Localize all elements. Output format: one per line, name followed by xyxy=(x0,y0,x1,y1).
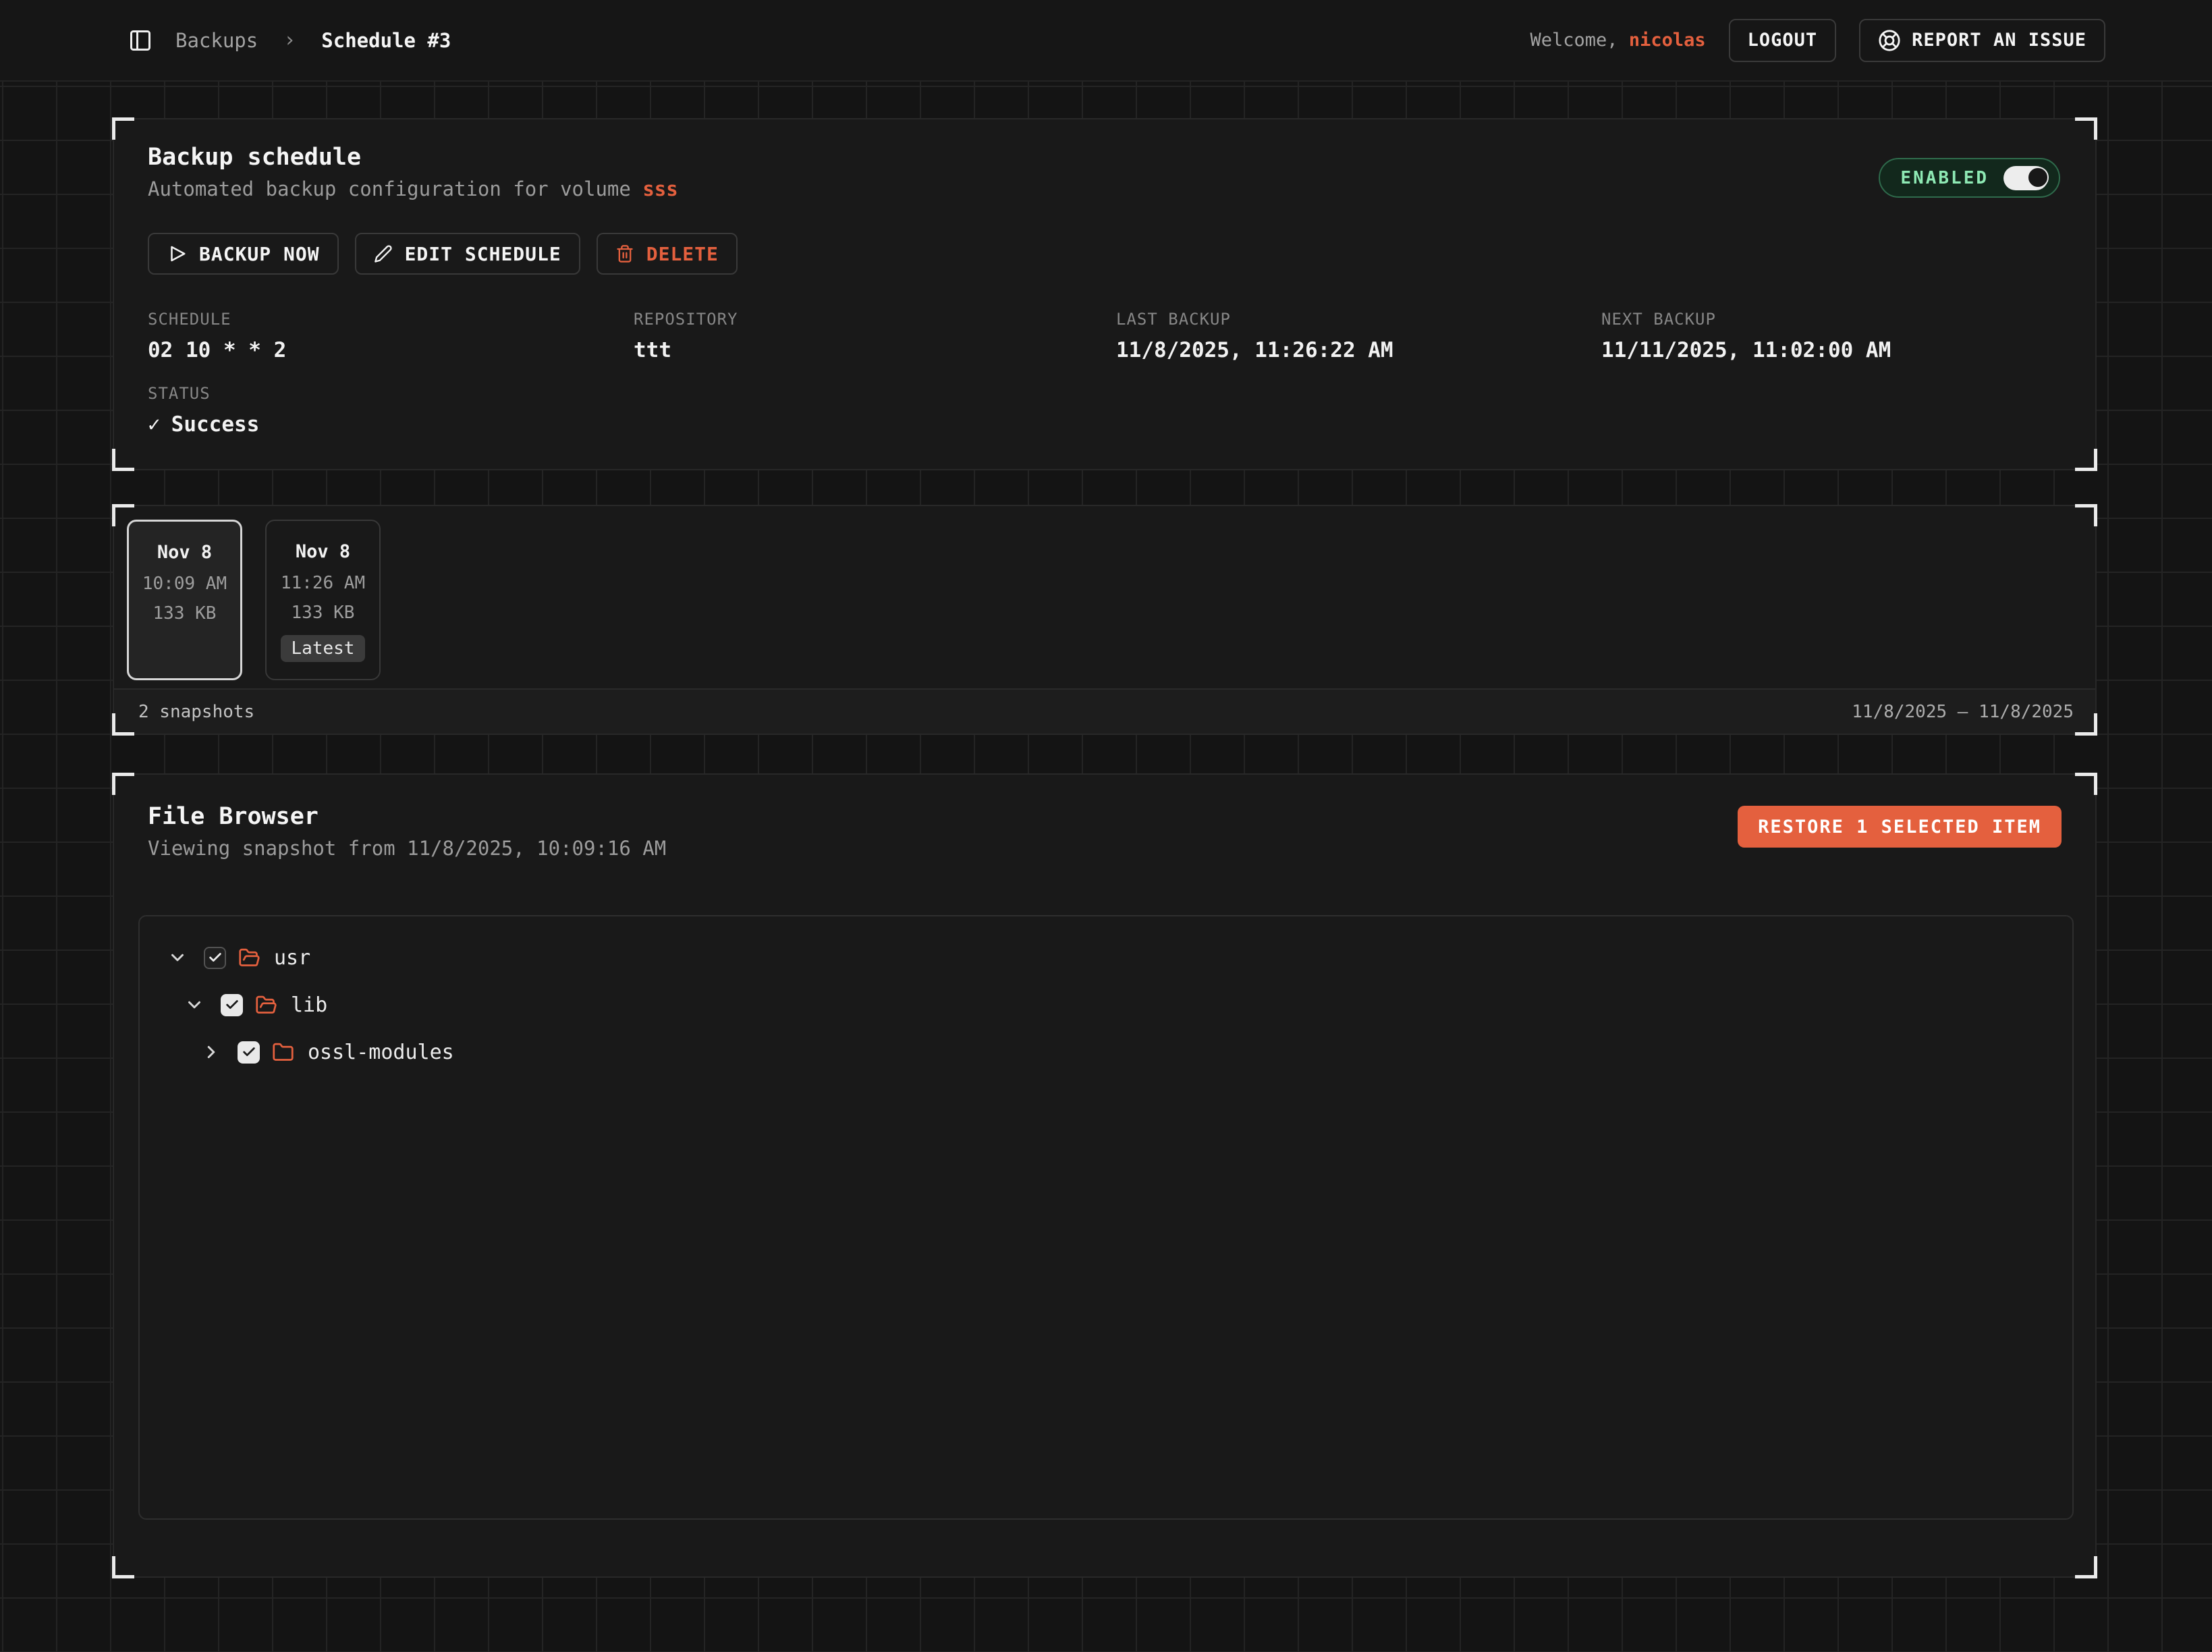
sidebar-toggle-button[interactable] xyxy=(128,28,153,53)
status-field: STATUS ✓ Success xyxy=(148,384,259,437)
checkbox-checked[interactable] xyxy=(221,994,243,1016)
check-icon: ✓ xyxy=(148,412,161,437)
trash-icon xyxy=(615,244,634,263)
corner-bracket xyxy=(112,504,134,526)
latest-badge: Latest xyxy=(281,635,366,662)
last-backup-field: LAST BACKUP 11/8/2025, 11:26:22 AM xyxy=(1116,310,1601,362)
field-label: STATUS xyxy=(148,384,259,403)
top-bar: Backups › Schedule #3 Welcome, nicolas L… xyxy=(0,0,2212,82)
panel-left-icon xyxy=(128,28,153,53)
snapshot-date-range: 11/8/2025 – 11/8/2025 xyxy=(1852,702,2074,722)
card-subtitle: Viewing snapshot from 11/8/2025, 10:09:1… xyxy=(148,837,666,860)
checkbox-checked[interactable] xyxy=(204,947,226,969)
card-subtitle: Automated backup configuration for volum… xyxy=(148,177,678,200)
edit-schedule-button[interactable]: EDIT SCHEDULE xyxy=(355,233,580,275)
toggle-switch[interactable] xyxy=(2003,166,2048,190)
corner-bracket xyxy=(2075,1556,2097,1578)
repository-field: REPOSITORY ttt xyxy=(634,310,1116,362)
delete-button-label: DELETE xyxy=(646,243,719,265)
field-value: 11/11/2025, 11:02:00 AM xyxy=(1601,338,1891,362)
field-value: 11/8/2025, 11:26:22 AM xyxy=(1116,338,1601,362)
folder-open-icon xyxy=(238,947,260,969)
breadcrumb-current-page: Schedule #3 xyxy=(321,29,451,52)
corner-bracket xyxy=(112,713,134,736)
corner-bracket xyxy=(2075,449,2097,471)
corner-bracket xyxy=(2075,117,2097,140)
snapshot-card-selected[interactable]: Nov 8 10:09 AM 133 KB xyxy=(127,520,242,680)
snapshots-card: Nov 8 10:09 AM 133 KB Nov 8 11:26 AM 133… xyxy=(113,505,2097,735)
snapshot-count: 2 snapshots xyxy=(138,702,254,722)
logout-button-label: LOGOUT xyxy=(1748,30,1818,51)
backup-now-button[interactable]: BACKUP NOW xyxy=(148,233,339,275)
corner-bracket xyxy=(112,773,134,795)
backup-schedule-card: Backup schedule Automated backup configu… xyxy=(113,118,2097,470)
chevron-down-icon[interactable] xyxy=(167,947,188,968)
snapshot-date: Nov 8 xyxy=(157,542,212,563)
snapshot-size: 133 KB xyxy=(153,603,217,624)
tree-item-ossl-modules[interactable]: ossl-modules xyxy=(140,1028,2072,1076)
field-value: ttt xyxy=(634,338,1116,362)
play-icon xyxy=(167,244,187,264)
folder-open-icon xyxy=(255,994,277,1016)
field-label: SCHEDULE xyxy=(148,310,634,329)
corner-bracket xyxy=(112,117,134,140)
snapshots-footer: 2 snapshots 11/8/2025 – 11/8/2025 xyxy=(114,688,2095,734)
schedule-field: SCHEDULE 02 10 * * 2 xyxy=(148,310,634,362)
field-label: NEXT BACKUP xyxy=(1601,310,1891,329)
snapshot-time: 11:26 AM xyxy=(281,573,365,593)
snapshot-card-latest[interactable]: Nov 8 11:26 AM 133 KB Latest xyxy=(265,520,381,680)
restore-selected-button-label: RESTORE 1 SELECTED ITEM xyxy=(1758,817,2041,837)
logout-button[interactable]: LOGOUT xyxy=(1729,19,1837,62)
card-title: File Browser xyxy=(148,803,319,830)
corner-bracket xyxy=(112,1556,134,1578)
next-backup-field: NEXT BACKUP 11/11/2025, 11:02:00 AM xyxy=(1601,310,1891,362)
corner-bracket xyxy=(2075,504,2097,526)
corner-bracket xyxy=(2075,713,2097,736)
report-issue-button[interactable]: REPORT AN ISSUE xyxy=(1859,19,2105,62)
username: nicolas xyxy=(1629,30,1706,51)
life-buoy-icon xyxy=(1878,29,1901,52)
backup-now-button-label: BACKUP NOW xyxy=(199,243,320,265)
folder-icon xyxy=(272,1041,294,1064)
checkbox-checked[interactable] xyxy=(238,1041,260,1064)
schedule-details: SCHEDULE 02 10 * * 2 REPOSITORY ttt LAST… xyxy=(148,310,1891,362)
enabled-toggle[interactable]: ENABLED xyxy=(1879,158,2060,198)
chevron-down-icon[interactable] xyxy=(184,995,204,1015)
tree-item-lib[interactable]: lib xyxy=(140,981,2072,1028)
tree-item-label: ossl-modules xyxy=(308,1041,454,1064)
snapshot-date: Nov 8 xyxy=(296,541,350,562)
chevron-right-icon[interactable] xyxy=(201,1042,221,1062)
tree-item-label: usr xyxy=(274,946,310,970)
restore-selected-button[interactable]: RESTORE 1 SELECTED ITEM xyxy=(1738,806,2062,848)
snapshot-time: 10:09 AM xyxy=(142,574,227,594)
enabled-toggle-label: ENABLED xyxy=(1900,168,1989,188)
tree-item-usr[interactable]: usr xyxy=(140,934,2072,981)
welcome-text: Welcome, nicolas xyxy=(1530,30,1706,51)
pencil-icon xyxy=(374,244,393,263)
volume-name: sss xyxy=(642,177,678,200)
status-value: Success xyxy=(171,412,260,437)
edit-schedule-button-label: EDIT SCHEDULE xyxy=(405,243,561,265)
file-browser-card: File Browser Viewing snapshot from 11/8/… xyxy=(113,773,2097,1578)
corner-bracket xyxy=(2075,773,2097,795)
toggle-knob xyxy=(2027,167,2049,188)
field-label: LAST BACKUP xyxy=(1116,310,1601,329)
file-tree: usr lib ossl-modules xyxy=(138,915,2074,1520)
snapshot-size: 133 KB xyxy=(292,603,355,623)
corner-bracket xyxy=(112,449,134,471)
breadcrumb-separator: › xyxy=(281,28,298,52)
report-issue-button-label: REPORT AN ISSUE xyxy=(1912,30,2086,51)
field-label: REPOSITORY xyxy=(634,310,1116,329)
field-value: 02 10 * * 2 xyxy=(148,338,634,362)
card-title: Backup schedule xyxy=(148,144,361,171)
tree-item-label: lib xyxy=(291,993,327,1017)
breadcrumb-backups-link[interactable]: Backups xyxy=(175,29,258,52)
delete-button[interactable]: DELETE xyxy=(597,233,738,275)
